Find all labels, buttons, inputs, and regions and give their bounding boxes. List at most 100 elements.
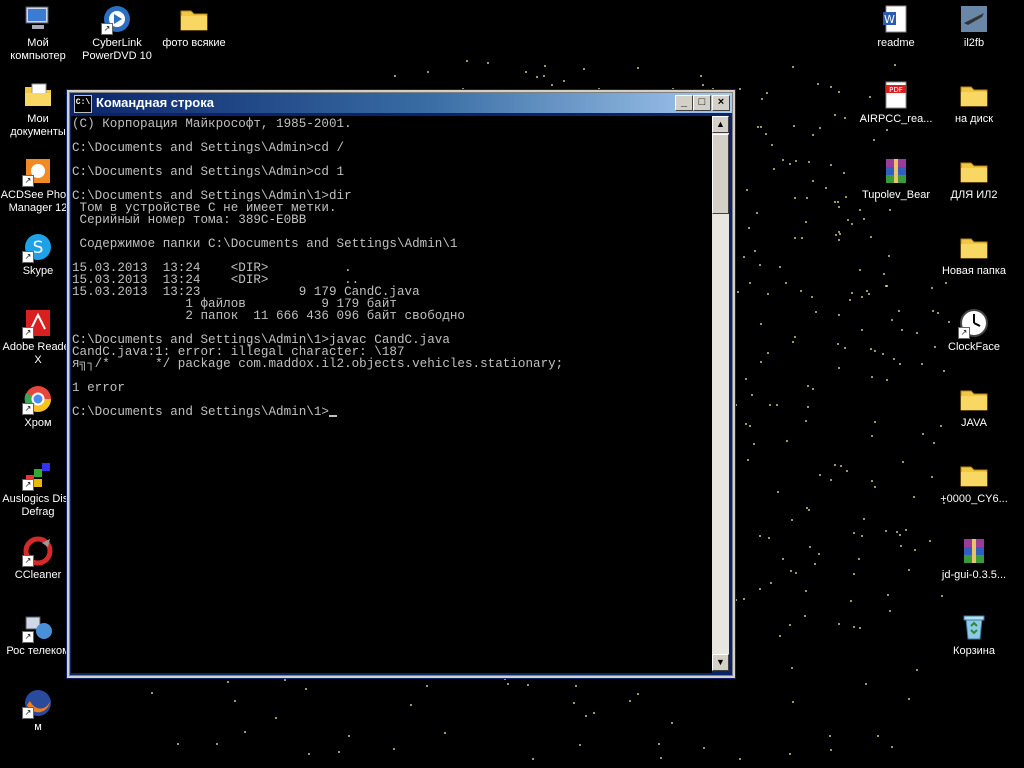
folder-icon	[958, 383, 990, 415]
console-line: я╗┐/* */ package com.maddox.il2.objects.…	[72, 357, 564, 371]
my-computer-icon	[22, 3, 54, 35]
clock-icon: ↗	[958, 307, 990, 339]
desktop-icon-label: CCleaner	[14, 569, 62, 581]
desktop-icon[interactable]: на диск	[936, 79, 1012, 126]
window-title: Командная строка	[96, 95, 214, 110]
folder-icon	[958, 79, 990, 111]
desktop-icon[interactable]: PDF AIRPCC_rea...	[858, 79, 934, 126]
desktop-icon-label: ACDSee Photo Manager 12	[0, 189, 76, 214]
close-button[interactable]: ×	[712, 95, 730, 111]
console-line: Содержимое папки C:\Documents and Settin…	[72, 237, 458, 251]
console-line: C:\Documents and Settings\Admin>cd /	[72, 141, 345, 155]
console-line: C:\Documents and Settings\Admin>cd 1	[72, 165, 345, 179]
desktop-icon[interactable]: ↗ ClockFace	[936, 307, 1012, 354]
desktop-icon-label: Auslogics Disk Defrag	[2, 493, 74, 518]
word-doc-icon: W	[880, 3, 912, 35]
desktop-icon[interactable]: Мои документы	[0, 79, 76, 139]
my-documents-icon	[22, 79, 54, 111]
desktop-icon[interactable]: il2fb	[936, 3, 1012, 50]
desktop-icon-label: Новая папка	[941, 265, 1007, 277]
command-prompt-window[interactable]: C:\ Командная строка _ □ × (C) Корпораци…	[66, 89, 736, 679]
folder-icon	[958, 459, 990, 491]
desktop-icon[interactable]: фото всякие	[156, 3, 232, 50]
network-icon: ↗	[22, 611, 54, 643]
desktop-icon-label: +0000_CY6...	[940, 493, 1008, 505]
desktop-icon[interactable]: ↗ м	[0, 687, 76, 734]
desktop-icon-label: il2fb	[963, 37, 985, 49]
console-line: C:\Documents and Settings\Admin\1>	[72, 406, 712, 418]
shortcut-arrow-icon: ↗	[22, 555, 34, 567]
chrome-icon: ↗	[22, 383, 54, 415]
shortcut-arrow-icon: ↗	[101, 23, 113, 35]
recycle-bin-icon	[958, 611, 990, 643]
desktop-icon-label: Мои документы	[10, 113, 66, 138]
desktop-icon[interactable]: +0000_CY6...	[936, 459, 1012, 506]
desktop-icon[interactable]: ↗ CyberLink PowerDVD 10	[79, 3, 155, 63]
auslogics-icon: ↗	[22, 459, 54, 491]
scroll-thumb[interactable]	[712, 134, 729, 214]
desktop-icon[interactable]: JAVA	[936, 383, 1012, 430]
ccleaner-icon: ↗	[22, 535, 54, 567]
svg-text:S: S	[33, 238, 44, 258]
acdsee-icon: ↗	[22, 155, 54, 187]
console-line: 2 папок 11 666 436 096 байт свободно	[72, 309, 465, 323]
minimize-button[interactable]: _	[675, 95, 693, 111]
firefox-icon: ↗	[22, 687, 54, 719]
desktop-icon-label: Мой компьютер	[10, 37, 66, 62]
desktop-icon[interactable]: ДЛЯ ИЛ2	[936, 155, 1012, 202]
desktop-icon-label: Tupolev_Bear	[861, 189, 931, 201]
desktop-icon[interactable]: Мой компьютер	[0, 3, 76, 63]
desktop-icon-label: ДЛЯ ИЛ2	[950, 189, 998, 201]
desktop-icon-label: jd-gui-0.3.5...	[941, 569, 1007, 581]
shortcut-arrow-icon: ↗	[22, 175, 34, 187]
pdf-icon: PDF	[880, 79, 912, 111]
adobe-reader-icon: ↗	[22, 307, 54, 339]
winrar-icon	[958, 535, 990, 567]
shortcut-arrow-icon: ↗	[22, 403, 34, 415]
folder-icon	[958, 231, 990, 263]
cmd-system-icon[interactable]: C:\	[74, 95, 92, 113]
desktop-icon-label: Корзина	[953, 645, 995, 657]
window-titlebar[interactable]: C:\ Командная строка _ □ ×	[70, 93, 732, 113]
winrar-icon	[880, 155, 912, 187]
desktop-icon-label: ClockFace	[948, 341, 1000, 353]
desktop-icon[interactable]: ↗ CCleaner	[0, 535, 76, 582]
desktop-icon[interactable]: ↗ Рос телеком	[0, 611, 76, 658]
svg-text:W: W	[884, 13, 895, 26]
desktop-icon-label: JAVA	[961, 417, 987, 429]
desktop-icon-label: Рос телеком	[6, 645, 70, 657]
desktop-icon-label: на диск	[954, 113, 994, 125]
desktop-icon[interactable]: Корзина	[936, 611, 1012, 658]
desktop-icon-label: фото всякие	[162, 37, 226, 49]
desktop-icon[interactable]: jd-gui-0.3.5...	[936, 535, 1012, 582]
folder-icon	[958, 155, 990, 187]
desktop-icon[interactable]: ↗ Хром	[0, 383, 76, 430]
desktop-icon[interactable]: S ↗ Skype	[0, 231, 76, 278]
desktop-icon[interactable]: Новая папка	[936, 231, 1012, 278]
svg-text:PDF: PDF	[889, 86, 903, 94]
scroll-up-button[interactable]: ▲	[712, 116, 729, 133]
desktop-icon-label: Skype	[22, 265, 54, 277]
desktop-icon[interactable]: ↗ Auslogics Disk Defrag	[0, 459, 76, 519]
desktop-icon[interactable]: ↗ ACDSee Photo Manager 12	[0, 155, 76, 215]
skype-icon: S ↗	[22, 231, 54, 263]
shortcut-arrow-icon: ↗	[22, 631, 34, 643]
desktop-icon[interactable]: Wreadme	[858, 3, 934, 50]
console-line: Серийный номер тома: 389C-E0BB	[72, 213, 307, 227]
console-output[interactable]: (C) Корпорация Майкрософт, 1985-2001. C:\…	[71, 116, 712, 673]
maximize-button[interactable]: □	[693, 95, 711, 111]
text-cursor	[328, 415, 337, 417]
folder-icon	[178, 3, 210, 35]
shortcut-arrow-icon: ↗	[22, 707, 34, 719]
shortcut-arrow-icon: ↗	[22, 327, 34, 339]
vertical-scrollbar[interactable]: ▲ ▼	[712, 116, 729, 671]
shortcut-arrow-icon: ↗	[22, 251, 34, 263]
desktop-icon-label: м	[34, 721, 42, 733]
scroll-down-button[interactable]: ▼	[712, 654, 729, 671]
desktop-icon-label: CyberLink PowerDVD 10	[82, 37, 152, 62]
powerdvd-icon: ↗	[101, 3, 133, 35]
desktop-icon[interactable]: Tupolev_Bear	[858, 155, 934, 202]
console-line: 1 error	[72, 381, 125, 395]
il2fb-icon	[958, 3, 990, 35]
desktop-icon[interactable]: ↗ Adobe Reader X	[0, 307, 76, 367]
